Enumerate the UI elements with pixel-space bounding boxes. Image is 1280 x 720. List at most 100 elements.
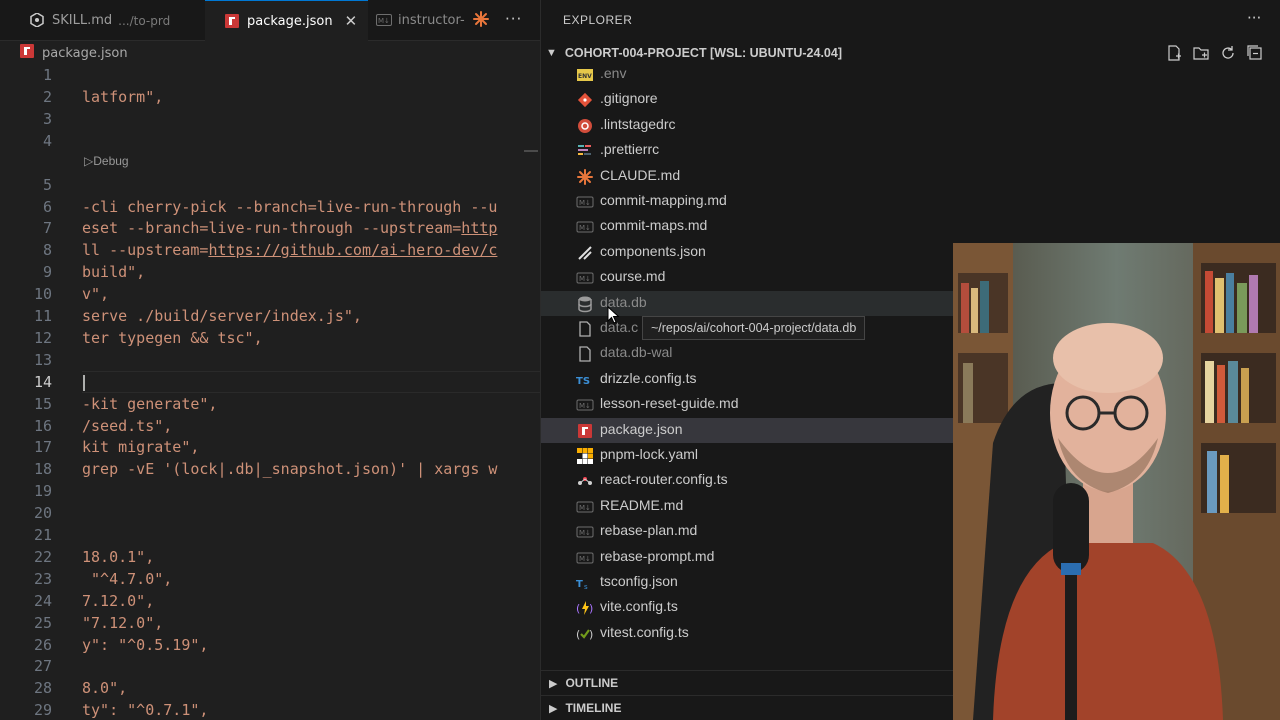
timeline-section[interactable]: ▶ TIMELINE (541, 695, 955, 720)
code-line[interactable]: 17 kit migrate", (0, 436, 540, 458)
git-icon (576, 91, 594, 109)
markdown-icon: M↓ (576, 523, 594, 541)
code-line[interactable]: 28 8.0", (0, 677, 540, 699)
code-line[interactable]: 29 ty": "^0.7.1", (0, 699, 540, 720)
code-text: ll --upstream=https://github.com/ai-hero… (82, 239, 497, 261)
code-link[interactable]: https://github.com/ai-hero-dev/c (208, 241, 497, 259)
code-line[interactable]: 7 eset --branch=live-run-through --upstre… (0, 217, 540, 239)
code-line[interactable]: 14 (0, 370, 540, 393)
markdown-icon: M↓ (576, 218, 594, 236)
new-folder-icon[interactable] (1192, 44, 1210, 62)
code-line[interactable]: 12 ter typegen && tsc", (0, 327, 540, 349)
code-line[interactable]: 6 -cli cherry-pick --branch=live-run-thro… (0, 196, 540, 218)
code-line[interactable]: 19 (0, 480, 540, 502)
line-number: 13 (33, 350, 52, 369)
code-line[interactable]: 15 -kit generate", (0, 393, 540, 415)
svg-text:M↓: M↓ (579, 275, 591, 283)
file-item[interactable]: ENV .env (541, 62, 955, 87)
code-segment: v", (82, 285, 110, 304)
code-line[interactable]: 1 (0, 64, 540, 86)
refresh-icon[interactable] (1219, 44, 1237, 62)
file-item[interactable]: CLAUDE.md (541, 164, 955, 189)
code-line[interactable]: 2 latform", (0, 86, 540, 108)
file-item[interactable]: () vite.config.ts (541, 595, 955, 620)
code-line[interactable]: 8 ll --upstream=https://github.com/ai-her… (0, 239, 540, 261)
file-item[interactable]: pnpm-lock.yaml (541, 443, 955, 468)
line-number: 12 (33, 328, 52, 347)
editor-tab-bar: SKILL.md .../to-prd package.json ✕ M↓ in… (0, 0, 540, 41)
file-item[interactable]: react-router.config.ts (541, 468, 955, 493)
code-text: ter typegen && tsc", (82, 327, 263, 349)
file-item[interactable]: data.db-wal (541, 341, 955, 366)
code-line[interactable]: 13 (0, 349, 540, 371)
code-segment: 7.12.0", (82, 591, 155, 610)
code-line[interactable]: 18 grep -vE '(lock|.db|_snapshot.json)' |… (0, 458, 540, 480)
file-name: lesson-reset-guide.md (600, 395, 739, 412)
code-text: eset --branch=live-run-through --upstrea… (82, 217, 497, 239)
debug-codelens[interactable]: ▷Debug (84, 154, 129, 168)
code-editor[interactable]: ▷Debug 1 2 latform", 3 4 5 6 -cli cherry-pick -… (0, 64, 540, 720)
code-line[interactable]: 16/seed.ts", (0, 415, 540, 437)
line-number: 16 (33, 416, 52, 435)
tab-skill-md[interactable]: SKILL.md .../to-prd (0, 0, 205, 41)
file-item[interactable]: Ts tsconfig.json (541, 570, 955, 595)
breadcrumb-file[interactable]: package.json (42, 46, 128, 61)
code-line[interactable]: 21 (0, 524, 540, 546)
file-item[interactable]: .gitignore (541, 87, 955, 112)
file-name: .env (600, 65, 627, 81)
file-item[interactable]: M↓ course.md (541, 265, 955, 290)
file-item[interactable]: package.json (541, 417, 955, 443)
file-item[interactable]: .prettierrc (541, 138, 955, 163)
markdown-icon: M↓ (576, 269, 594, 287)
line-number: 15 (33, 394, 52, 413)
code-line[interactable]: 5 (0, 174, 540, 196)
close-icon[interactable]: ✕ (345, 12, 358, 30)
code-line[interactable]: 25 "7.12.0", (0, 612, 540, 634)
code-line[interactable]: 27 (0, 655, 540, 677)
code-segment: 18.0.1", (82, 547, 155, 566)
file-item[interactable]: () vitest.config.ts (541, 621, 955, 646)
code-line[interactable]: 9 build", (0, 261, 540, 283)
code-line[interactable]: 3 (0, 108, 540, 130)
more-actions-icon[interactable]: ··· (505, 10, 522, 28)
file-item[interactable]: M↓ commit-mapping.md (541, 189, 955, 214)
file-item[interactable]: M↓ README.md (541, 494, 955, 519)
code-line[interactable]: 26 y": "^0.5.19", (0, 634, 540, 656)
markdown-icon: M↓ (576, 396, 594, 414)
svg-text:M↓: M↓ (579, 402, 591, 410)
code-line[interactable]: 23 "^4.7.0", (0, 568, 540, 590)
svg-text:): ) (589, 602, 593, 615)
code-line[interactable]: 4 (0, 130, 540, 152)
code-line[interactable]: 22 18.0.1", (0, 546, 540, 568)
file-item[interactable]: M↓ rebase-prompt.md (541, 545, 955, 570)
collapse-all-icon[interactable] (1246, 44, 1264, 62)
new-file-icon[interactable] (1165, 44, 1183, 62)
code-text: "7.12.0", (82, 612, 163, 634)
more-actions-icon[interactable]: ··· (1247, 9, 1261, 27)
code-line[interactable]: 10 v", (0, 283, 540, 305)
file-item[interactable]: data.db (541, 290, 955, 316)
line-number: 4 (42, 131, 52, 150)
tab-instructor[interactable]: M↓ instructor- (368, 0, 503, 41)
pnpm-icon (576, 447, 594, 465)
file-item[interactable]: components.json (541, 240, 955, 265)
code-line[interactable]: 11 serve ./build/server/index.js", (0, 305, 540, 327)
breadcrumb: package.json (0, 41, 540, 65)
chevron-down-icon: ▼ (546, 47, 557, 59)
outline-section[interactable]: ▶ OUTLINE (541, 670, 955, 695)
file-icon (576, 345, 594, 363)
file-item[interactable]: TS drizzle.config.ts (541, 367, 955, 392)
code-segment: -cli cherry-pick --branch=live-run-throu… (82, 197, 498, 216)
code-link[interactable]: http (461, 219, 497, 237)
file-item[interactable]: .lintstagedrc (541, 113, 955, 138)
code-line[interactable]: 20 (0, 502, 540, 524)
code-line[interactable]: 24 7.12.0", (0, 590, 540, 612)
code-text: v", (82, 283, 109, 305)
file-item[interactable]: M↓ lesson-reset-guide.md (541, 392, 955, 417)
markdown-icon: M↓ (576, 498, 594, 516)
line-number: 24 (33, 591, 52, 610)
tab-package-json[interactable]: package.json ✕ (205, 0, 368, 41)
file-item[interactable]: M↓ commit-maps.md (541, 214, 955, 239)
file-item[interactable]: M↓ rebase-plan.md (541, 519, 955, 544)
line-number: 5 (42, 175, 52, 194)
